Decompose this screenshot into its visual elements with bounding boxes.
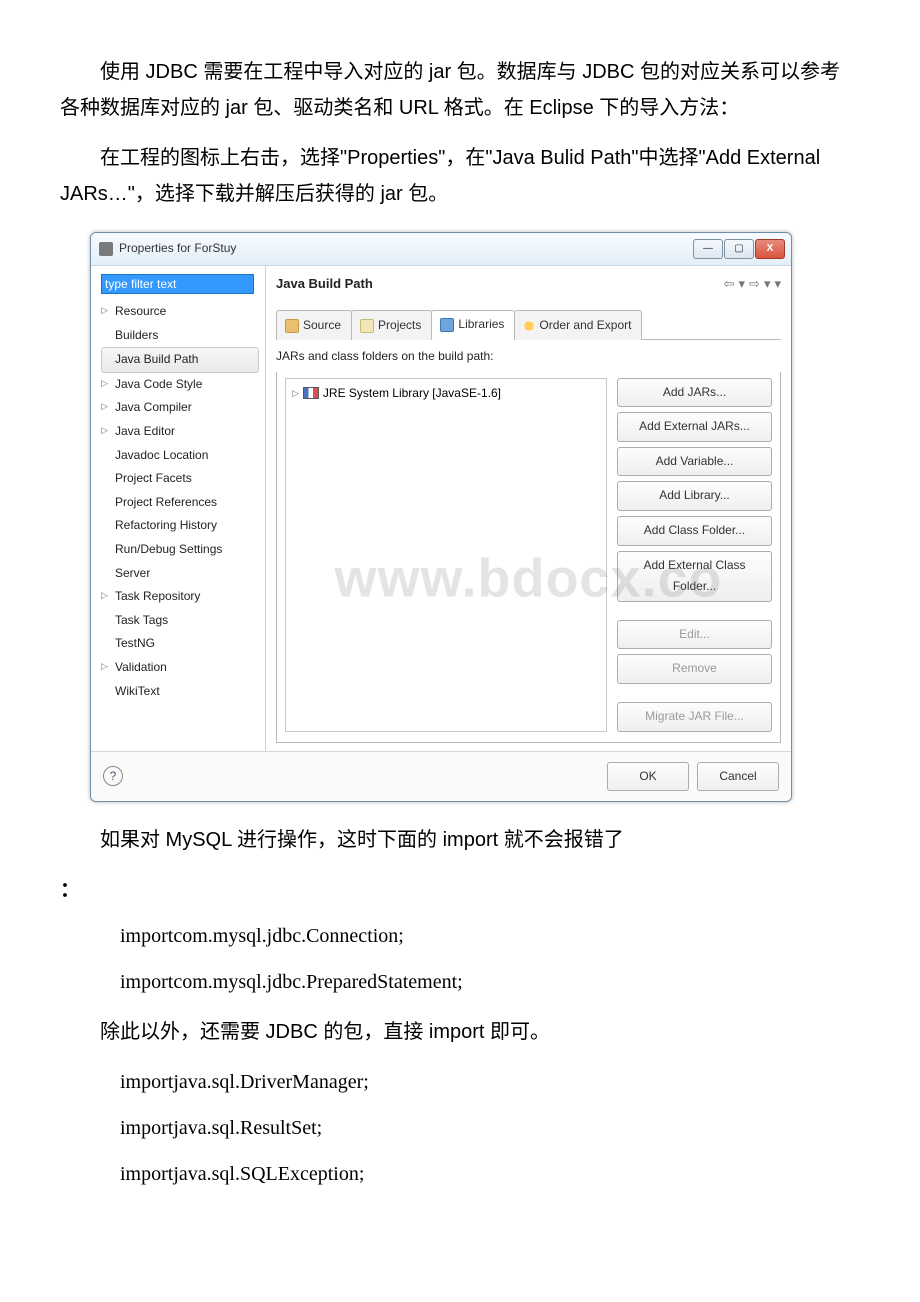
add-jars-button[interactable]: Add JARs... [617, 378, 772, 408]
tree-item[interactable]: Project Facets [101, 467, 265, 491]
footer-buttons: OK Cancel [607, 762, 779, 792]
filter-input[interactable]: type filter text [101, 274, 254, 294]
tab-source-label: Source [303, 315, 341, 337]
migrate-jar-button[interactable]: Migrate JAR File... [617, 702, 772, 732]
window-button-group: — ▢ X [693, 239, 785, 259]
tree-item[interactable]: Task Repository [101, 585, 265, 609]
tree-item[interactable]: Server [101, 562, 265, 586]
menu-dropdown-icon[interactable]: ▾ [774, 272, 781, 295]
remove-button[interactable]: Remove [617, 654, 772, 684]
library-icon [303, 387, 319, 399]
main-title: Java Build Path [276, 272, 373, 295]
dialog-body: type filter text ResourceBuildersJava Bu… [91, 266, 791, 751]
back-icon[interactable]: ⇦ [724, 272, 735, 295]
cancel-button[interactable]: Cancel [697, 762, 779, 792]
source-icon [285, 319, 299, 333]
sidebar: type filter text ResourceBuildersJava Bu… [91, 266, 266, 751]
code-line: importcom.mysql.jdbc.PreparedStatement; [120, 964, 860, 1000]
libraries-icon [440, 318, 454, 332]
add-variable-button[interactable]: Add Variable... [617, 447, 772, 477]
back-dropdown-icon[interactable]: ▾ [739, 272, 746, 295]
tab-libraries[interactable]: Libraries [431, 310, 515, 340]
tabs: Source Projects Libraries Order and Expo… [276, 309, 781, 340]
paragraph: 使用 JDBC 需要在工程中导入对应的 jar 包。数据库与 JDBC 包的对应… [60, 54, 860, 126]
tab-libraries-label: Libraries [458, 314, 504, 336]
tab-projects-label: Projects [378, 315, 421, 337]
tree-item[interactable]: Resource [101, 300, 265, 324]
paragraph: 除此以外，还需要 JDBC 的包，直接 import 即可。 [60, 1014, 860, 1050]
tree-item[interactable]: Project References [101, 491, 265, 515]
library-item-label: JRE System Library [JavaSE-1.6] [323, 383, 501, 405]
minimize-button[interactable]: — [693, 239, 723, 259]
tree-item[interactable]: Builders [101, 324, 265, 348]
add-external-class-folder-button[interactable]: Add External Class Folder... [617, 551, 772, 602]
code-line: importcom.mysql.jdbc.Connection; [120, 918, 860, 954]
add-library-button[interactable]: Add Library... [617, 481, 772, 511]
nav-icons: ⇦ ▾ ⇨ ▾ ▾ [724, 272, 781, 295]
tree-item[interactable]: Java Editor [101, 420, 265, 444]
tab-order-label: Order and Export [539, 315, 631, 337]
libraries-description: JARs and class folders on the build path… [276, 346, 781, 368]
properties-dialog: Properties for ForStuy — ▢ X type filter… [90, 232, 792, 802]
paragraph-colon: ： [60, 872, 860, 908]
order-export-icon [523, 320, 535, 332]
forward-dropdown-icon[interactable]: ▾ [764, 272, 771, 295]
tree-item[interactable]: WikiText [101, 680, 265, 704]
tab-content: www.bdocx.co JRE System Library [JavaSE-… [276, 372, 781, 743]
dialog-footer: ? OK Cancel [91, 751, 791, 802]
tab-projects[interactable]: Projects [351, 310, 432, 340]
edit-button[interactable]: Edit... [617, 620, 772, 650]
tab-source[interactable]: Source [276, 310, 352, 340]
tree-item[interactable]: Task Tags [101, 609, 265, 633]
maximize-button[interactable]: ▢ [724, 239, 754, 259]
tree-item[interactable]: Java Code Style [101, 373, 265, 397]
main-header: Java Build Path ⇦ ▾ ⇨ ▾ ▾ [276, 272, 781, 299]
tree-item[interactable]: TestNG [101, 632, 265, 656]
tree-item[interactable]: Javadoc Location [101, 444, 265, 468]
close-button[interactable]: X [755, 239, 785, 259]
paragraph: 如果对 MySQL 进行操作，这时下面的 import 就不会报错了 [60, 822, 860, 858]
main-panel: Java Build Path ⇦ ▾ ⇨ ▾ ▾ Source Project… [266, 266, 791, 751]
libraries-listbox[interactable]: JRE System Library [JavaSE-1.6] [285, 378, 607, 732]
tree-item[interactable]: Java Compiler [101, 396, 265, 420]
tree-item[interactable]: Refactoring History [101, 514, 265, 538]
titlebar: Properties for ForStuy — ▢ X [91, 233, 791, 266]
projects-icon [360, 319, 374, 333]
forward-icon[interactable]: ⇨ [749, 272, 760, 295]
window-title: Properties for ForStuy [119, 238, 236, 260]
paragraph: 在工程的图标上右击，选择"Properties"，在"Java Bulid Pa… [60, 140, 860, 212]
app-icon [99, 242, 113, 256]
ok-button[interactable]: OK [607, 762, 689, 792]
library-item[interactable]: JRE System Library [JavaSE-1.6] [292, 383, 600, 405]
tree-item[interactable]: Validation [101, 656, 265, 680]
add-class-folder-button[interactable]: Add Class Folder... [617, 516, 772, 546]
titlebar-left: Properties for ForStuy [99, 238, 236, 260]
properties-tree: ResourceBuildersJava Build PathJava Code… [95, 300, 265, 703]
tree-item[interactable]: Java Build Path [101, 347, 259, 373]
code-line: importjava.sql.SQLException; [120, 1156, 860, 1192]
add-external-jars-button[interactable]: Add External JARs... [617, 412, 772, 442]
tab-order-export[interactable]: Order and Export [514, 310, 642, 340]
tree-item[interactable]: Run/Debug Settings [101, 538, 265, 562]
library-buttons: Add JARs... Add External JARs... Add Var… [617, 378, 772, 732]
code-line: importjava.sql.DriverManager; [120, 1064, 860, 1100]
help-icon[interactable]: ? [103, 766, 123, 786]
code-line: importjava.sql.ResultSet; [120, 1110, 860, 1146]
